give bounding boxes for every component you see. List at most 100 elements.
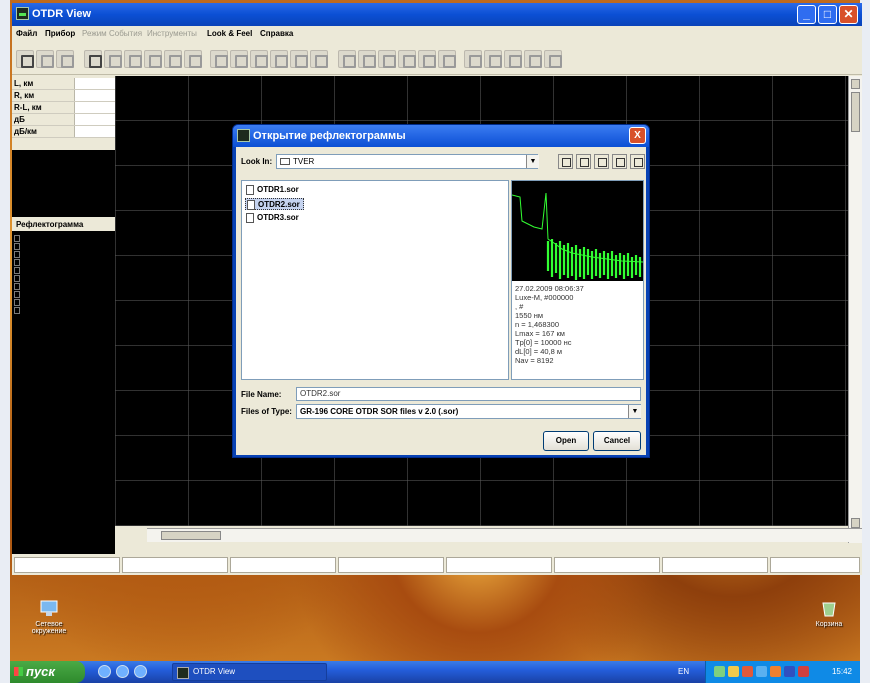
reflect-icon[interactable] xyxy=(398,50,416,68)
index-icon[interactable] xyxy=(438,50,456,68)
menu-help[interactable]: Справка xyxy=(260,29,293,38)
refresh-icon[interactable] xyxy=(124,50,142,68)
tray-network-icon[interactable] xyxy=(714,666,725,677)
network-icon[interactable] xyxy=(38,598,60,618)
vertical-scrollbar[interactable] xyxy=(848,76,862,543)
home-folder-icon[interactable] xyxy=(576,154,591,169)
event-add-icon[interactable] xyxy=(210,50,228,68)
files-of-type-label: Files of Type: xyxy=(241,407,292,416)
quicklaunch-media-icon[interactable] xyxy=(116,665,129,678)
scroll-up-arrow-icon[interactable] xyxy=(851,79,860,89)
language-indicator[interactable]: EN xyxy=(678,667,689,676)
preview-line: Nav = 8192 xyxy=(515,356,554,365)
tray-security-icon[interactable] xyxy=(756,666,767,677)
pen-icon[interactable] xyxy=(184,50,202,68)
sync-icon[interactable] xyxy=(164,50,182,68)
tray-volume-icon[interactable] xyxy=(728,666,739,677)
measure-icon[interactable] xyxy=(104,50,122,68)
save-icon[interactable] xyxy=(36,50,54,68)
file-item-otdr3[interactable]: OTDR3.sor xyxy=(245,212,302,224)
event-edit-icon[interactable] xyxy=(250,50,268,68)
trace-checkbox[interactable] xyxy=(14,251,20,258)
marker-a-icon[interactable] xyxy=(338,50,356,68)
taskbar-otdr-view[interactable]: OTDR View xyxy=(172,663,327,681)
status-cell xyxy=(230,557,336,573)
file-item-otdr1[interactable]: OTDR1.sor xyxy=(245,184,302,196)
trace-checkbox[interactable] xyxy=(14,267,20,274)
tray-antivirus-icon[interactable] xyxy=(742,666,753,677)
marker-b-icon[interactable] xyxy=(358,50,376,68)
open-folder-icon[interactable] xyxy=(16,50,34,68)
new-folder-icon[interactable] xyxy=(594,154,609,169)
trace-icon[interactable] xyxy=(56,50,74,68)
event-type-icon[interactable] xyxy=(270,50,288,68)
files-of-type-dropdown-icon[interactable]: ▼ xyxy=(628,405,641,418)
minimize-button[interactable]: _ xyxy=(797,5,816,24)
table-icon[interactable] xyxy=(544,50,562,68)
file-name-input[interactable]: OTDR2.sor xyxy=(296,387,641,401)
file-item-otdr2[interactable]: OTDR2.sor xyxy=(245,198,304,210)
scroll-thumb[interactable] xyxy=(851,92,860,132)
end-icon[interactable] xyxy=(418,50,436,68)
dialog-titlebar[interactable]: Открытие рефлектограммы X xyxy=(233,125,649,147)
window-title: OTDR View xyxy=(32,8,92,20)
menu-mode[interactable]: Режим xyxy=(82,29,107,38)
trace-checkbox[interactable] xyxy=(14,259,20,266)
event-table-area xyxy=(12,150,115,217)
trace-checkbox[interactable] xyxy=(14,307,20,314)
menu-events[interactable]: События xyxy=(109,29,142,38)
menu-file[interactable]: Файл xyxy=(16,29,37,38)
files-of-type-combo[interactable]: GR-196 CORE OTDR SOR files v 2.0 (.sor) xyxy=(296,404,641,419)
look-in-label: Look In: xyxy=(241,157,273,166)
window-titlebar[interactable]: OTDR View _ □ ✕ xyxy=(12,3,862,26)
trace-checkbox[interactable] xyxy=(14,283,20,290)
cursor-right-icon[interactable] xyxy=(484,50,502,68)
system-tray: 15:42 xyxy=(705,661,860,683)
event-mark-icon[interactable] xyxy=(290,50,308,68)
open-button[interactable]: Open xyxy=(543,431,589,451)
device-icon[interactable] xyxy=(84,50,102,68)
preview-line: Lmax = 167 км xyxy=(515,329,565,338)
menu-tools[interactable]: Инструменты xyxy=(147,29,197,38)
up-folder-icon[interactable] xyxy=(558,154,573,169)
trace-checkbox[interactable] xyxy=(14,291,20,298)
param-value xyxy=(74,126,115,137)
tray-app-icon[interactable] xyxy=(798,666,809,677)
horizontal-scrollbar[interactable] xyxy=(147,528,862,542)
quicklaunch-browser-icon[interactable] xyxy=(98,665,111,678)
splice-icon[interactable] xyxy=(378,50,396,68)
grid-icon[interactable] xyxy=(504,50,522,68)
trace-checkbox[interactable] xyxy=(14,275,20,282)
cancel-button[interactable]: Cancel xyxy=(593,431,641,451)
menu-device[interactable]: Прибор xyxy=(45,29,75,38)
look-in-combo[interactable]: TVER xyxy=(276,154,538,169)
cursor-left-icon[interactable] xyxy=(464,50,482,68)
details-view-icon[interactable] xyxy=(630,154,645,169)
file-list[interactable]: OTDR1.sor OTDR2.sor OTDR3.sor xyxy=(241,180,509,380)
reload-icon[interactable] xyxy=(144,50,162,68)
trace-checkbox[interactable] xyxy=(14,243,20,250)
dialog-close-button[interactable]: X xyxy=(629,127,646,144)
maximize-button[interactable]: □ xyxy=(818,5,837,24)
toolbar xyxy=(12,43,862,75)
preview-line: n = 1,468300 xyxy=(515,320,560,329)
quicklaunch-desktop-icon[interactable] xyxy=(134,665,147,678)
menu-look-and-feel[interactable]: Look & Feel xyxy=(207,29,252,38)
recycle-bin-icon[interactable] xyxy=(818,598,840,618)
tray-update-icon[interactable] xyxy=(770,666,781,677)
event-move-icon[interactable] xyxy=(230,50,248,68)
network-icon-label: Сетевое окружение xyxy=(31,621,67,635)
hscroll-thumb[interactable] xyxy=(161,531,221,540)
zoom-icon[interactable] xyxy=(524,50,542,68)
look-in-dropdown-icon[interactable]: ▼ xyxy=(526,155,539,168)
event-delete-icon[interactable] xyxy=(310,50,328,68)
tray-media-icon[interactable] xyxy=(784,666,795,677)
clock[interactable]: 15:42 xyxy=(832,667,852,676)
dialog-body: Look In: TVER ▼ OTDR1.sor OTDR2.sor OTDR… xyxy=(236,147,646,455)
start-button[interactable]: пуск xyxy=(10,661,85,683)
trace-checkbox[interactable] xyxy=(14,235,20,242)
trace-checkbox[interactable] xyxy=(14,299,20,306)
close-button[interactable]: ✕ xyxy=(839,5,858,24)
list-view-icon[interactable] xyxy=(612,154,627,169)
scroll-down-arrow-icon[interactable] xyxy=(851,518,860,528)
